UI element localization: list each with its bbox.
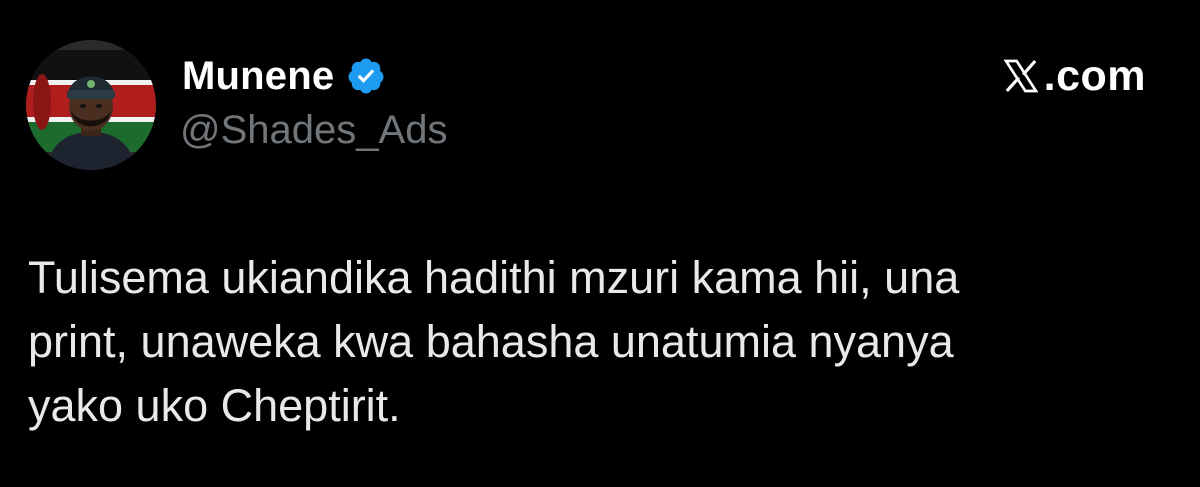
author-display-name[interactable]: Munene xyxy=(182,54,334,99)
x-logo-icon xyxy=(1001,56,1041,96)
source-label: .com xyxy=(1001,52,1146,100)
avatar[interactable] xyxy=(26,40,156,170)
author-handle[interactable]: @Shades_Ads xyxy=(180,108,447,153)
avatar-image xyxy=(26,40,156,170)
source-domain: .com xyxy=(1043,51,1146,100)
author-name-row: Munene xyxy=(182,52,386,100)
tweet-text: Tulisema ukiandika hadithi mzuri kama hi… xyxy=(28,252,960,431)
verified-badge-icon xyxy=(346,56,386,96)
tweet-card: Munene @Shades_Ads .com Tulisema ukiandi… xyxy=(0,0,1200,487)
